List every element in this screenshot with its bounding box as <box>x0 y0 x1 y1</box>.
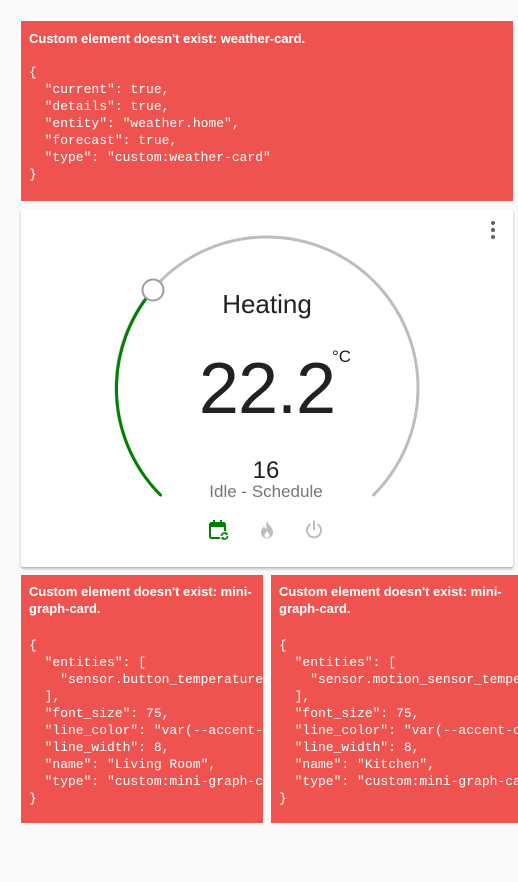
weather-card-error: Custom element doesn't exist: weather-ca… <box>21 21 513 201</box>
mini-graph-card-error-kitchen: Custom element doesn't exist: mini-graph… <box>271 575 518 823</box>
calendar-sync-icon <box>209 520 230 541</box>
power-icon <box>306 520 322 539</box>
error-title: Custom element doesn't exist: weather-ca… <box>29 31 306 46</box>
error-config: { "current": true, "details": true, "ent… <box>29 65 271 182</box>
error-title: Custom element doesn't exist: mini-graph… <box>29 584 252 616</box>
mini-graph-card-error-living-room: Custom element doesn't exist: mini-graph… <box>21 575 263 823</box>
more-options-button[interactable] <box>483 219 503 241</box>
hvac-action-label: Heating <box>222 289 312 319</box>
mode-status: Idle - Schedule <box>209 482 323 501</box>
current-temperature: 22.2 <box>198 349 336 429</box>
fire-icon <box>261 521 273 539</box>
target-temperature[interactable]: 16 <box>21 457 511 485</box>
temperature-unit: °C <box>332 347 352 366</box>
off-mode-button[interactable] <box>302 518 326 542</box>
error-config: { "entities": [ "sensor.button_temperatu… <box>29 638 263 806</box>
error-title: Custom element doesn't exist: mini-graph… <box>279 584 502 616</box>
thermostat-card: Heating 22.2 °C 16 Idle - Schedule <box>21 209 513 567</box>
schedule-mode-button[interactable] <box>207 518 231 542</box>
error-config: { "entities": [ "sensor.motion_sensor_te… <box>279 638 518 806</box>
dots-vertical-icon <box>491 221 495 239</box>
heat-mode-button[interactable] <box>255 518 279 542</box>
